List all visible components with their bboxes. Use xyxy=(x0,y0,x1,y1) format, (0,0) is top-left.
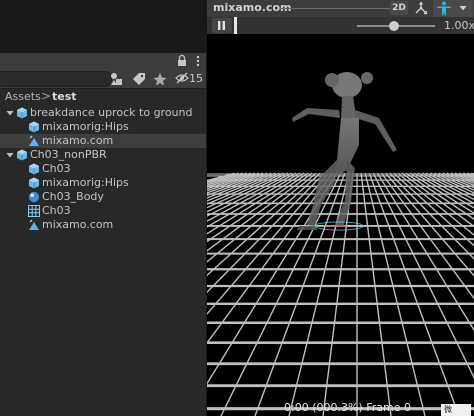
project-panel: 15 Assets > test breakdance uprock to gr… xyxy=(0,0,206,416)
mesh-grid-icon xyxy=(28,205,40,217)
breadcrumb: Assets > test xyxy=(0,89,206,106)
play-pause-button[interactable] xyxy=(212,18,232,33)
prefab-icon xyxy=(29,163,39,175)
header-divider-line xyxy=(280,8,392,9)
speed-slider-thumb[interactable] xyxy=(389,21,399,31)
preview-scene xyxy=(207,72,474,416)
prefab-icon xyxy=(17,107,27,119)
tree-item-label: mixamo.com xyxy=(42,218,114,231)
breadcrumb-assets[interactable]: Assets xyxy=(5,90,41,103)
lock-icon[interactable] xyxy=(176,54,188,68)
project-tab-bar xyxy=(0,53,206,70)
breadcrumb-current-folder[interactable]: test xyxy=(52,90,77,103)
corner-badge: 微 xyxy=(441,404,471,416)
breadcrumb-separator: > xyxy=(41,89,52,103)
tree-item-mixamorig-hips[interactable]: mixamorig:Hips xyxy=(0,120,206,134)
tree-item-ch03[interactable]: Ch03 xyxy=(0,162,206,176)
tree-item-label: Ch03 xyxy=(42,162,71,175)
tree-item-ch03-mesh[interactable]: Ch03 xyxy=(0,204,206,218)
chevron-down-icon xyxy=(459,6,467,11)
tree-item-label: Ch03 xyxy=(42,204,71,217)
hidden-packages-toggle[interactable]: 15 xyxy=(175,71,205,87)
preview-status-text: 0:00 (000.3%) Frame 0 xyxy=(284,401,411,414)
search-input[interactable] xyxy=(0,71,112,87)
tree-item-breakdance-prefab[interactable]: breakdance uprock to ground xyxy=(0,106,206,120)
animation-clip-icon xyxy=(29,219,39,230)
tree-item-label: Ch03_Body xyxy=(42,190,104,203)
tree-item-ch03-body[interactable]: Ch03_Body xyxy=(0,190,206,204)
fold-expanded-icon[interactable] xyxy=(6,106,14,120)
preview-viewport[interactable] xyxy=(207,34,474,416)
pivot-axes-icon[interactable] xyxy=(413,1,429,16)
prefab-icon xyxy=(29,177,39,189)
tree-item-label: mixamorig:Hips xyxy=(42,176,129,189)
project-toolbar: 15 xyxy=(0,70,206,89)
tree-item-mixamorig-hips-2[interactable]: mixamorig:Hips xyxy=(0,176,206,190)
animation-clip-icon xyxy=(29,135,39,146)
preview-header: mixamo.com 2D xyxy=(207,0,474,17)
tree-item-ch03-nonpbr-prefab[interactable]: Ch03_nonPBR xyxy=(0,148,206,162)
avatar-figure-icon xyxy=(437,1,451,16)
tree-item-label: breakdance uprock to ground xyxy=(30,106,193,119)
tree-item-label: mixamorig:Hips xyxy=(42,120,129,133)
tree-item-label: Ch03_nonPBR xyxy=(30,148,107,161)
preview-playback-bar: 1.00x xyxy=(207,17,474,34)
favorite-star-icon[interactable] xyxy=(151,71,169,87)
prefab-icon xyxy=(29,121,39,133)
hidden-eye-icon xyxy=(175,72,189,84)
tree-item-label: mixamo.com xyxy=(42,134,114,147)
material-sphere-icon xyxy=(28,191,40,203)
tree-item-mixamo-clip[interactable]: mixamo.com xyxy=(0,134,206,148)
floor-grid xyxy=(207,172,474,416)
search-by-label-icon[interactable] xyxy=(131,71,147,87)
speed-value: 1.00x xyxy=(444,19,474,32)
animation-preview-panel: mixamo.com 2D 1.00x 0:00 (000.3%) Frame … xyxy=(207,0,474,416)
avatar-selector-dropdown[interactable] xyxy=(433,0,473,17)
hierarchy-empty-area xyxy=(0,0,206,53)
more-menu-icon[interactable] xyxy=(193,54,203,68)
toggle-2d-button[interactable]: 2D xyxy=(390,1,408,15)
prefab-icon xyxy=(17,149,27,161)
timeline-scrubber[interactable] xyxy=(234,17,237,34)
fold-expanded-icon[interactable] xyxy=(6,148,14,162)
tree-item-mixamo-clip-2[interactable]: mixamo.com xyxy=(0,218,206,232)
hidden-count: 15 xyxy=(189,72,203,85)
pause-icon xyxy=(218,21,225,30)
search-by-type-icon[interactable] xyxy=(108,71,126,87)
